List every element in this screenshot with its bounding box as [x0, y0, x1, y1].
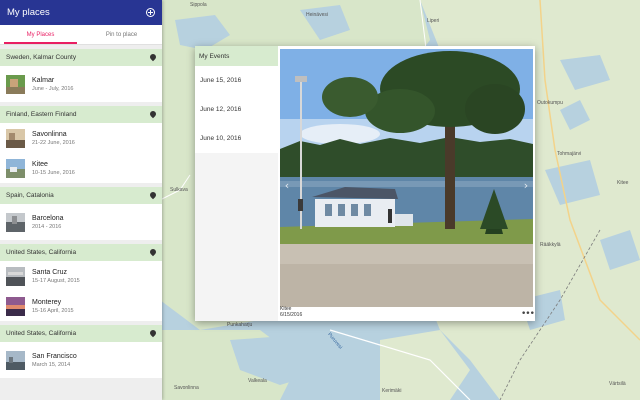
group-header[interactable]: Finland, Eastern Finland	[0, 106, 162, 123]
list-item[interactable]: Kitee 10-15 June, 2016	[0, 153, 162, 183]
map-label: Liperi	[427, 18, 440, 24]
place-thumbnail	[6, 74, 25, 94]
map-label: Tohmajärvi	[557, 151, 582, 157]
sidebar-header: My places	[0, 0, 162, 25]
map-label: Kitee	[617, 180, 629, 186]
group-name: Finland, Eastern Finland	[6, 111, 77, 118]
sidebar-title: My places	[7, 7, 50, 18]
place-thumbnail	[6, 296, 25, 316]
location-pin-icon[interactable]	[150, 54, 156, 62]
event-photo[interactable]: ‹ ›	[280, 49, 533, 307]
place-date: 15-16 April, 2015	[32, 307, 74, 314]
events-header: My Events	[195, 46, 278, 66]
group-header[interactable]: United States, California	[0, 244, 162, 261]
map-label: Valkeala	[248, 378, 267, 384]
place-date: 2014 - 2016	[32, 223, 62, 230]
map-label: Kerimäki	[382, 388, 402, 394]
place-name: San Francisco	[32, 352, 77, 360]
place-date: 10-15 June, 2016	[32, 169, 75, 176]
photo-caption: Kitee 6/15/2016	[280, 306, 302, 319]
map-label: Rääkkylä	[540, 242, 561, 248]
group-name: Spain, Catalonia	[6, 192, 54, 199]
group-header[interactable]: Spain, Catalonia	[0, 187, 162, 204]
map-label: Outokumpu	[537, 100, 563, 106]
list-item[interactable]: San Francisco March 15, 2014	[0, 342, 162, 378]
place-name: Santa Cruz	[32, 268, 68, 276]
map-label: Savonlinna	[174, 385, 199, 391]
list-item[interactable]: Barcelona 2014 - 2016	[0, 204, 162, 240]
place-date: 15-17 August, 2015	[32, 277, 80, 284]
place-date: March 15, 2014	[32, 361, 71, 368]
photo-date: 6/15/2016	[280, 312, 303, 318]
group-header[interactable]: United States, California	[0, 325, 162, 342]
place-thumbnail	[6, 212, 25, 232]
place-thumbnail	[6, 128, 25, 148]
events-panel: My Events June 15, 2016 June 12, 2016 Ju…	[195, 46, 278, 321]
event-item[interactable]: June 12, 2016	[195, 95, 278, 124]
place-name: Monterey	[32, 298, 62, 306]
place-date: June - July, 2016	[32, 85, 74, 92]
lake-photo	[280, 49, 533, 307]
group-header[interactable]: Sweden, Kalmar County	[0, 49, 162, 66]
events-popup: My Events June 15, 2016 June 12, 2016 Ju…	[195, 46, 535, 321]
group-name: United States, California	[6, 249, 77, 256]
add-circle-icon[interactable]	[146, 8, 155, 17]
location-pin-icon[interactable]	[150, 192, 156, 200]
location-pin-icon[interactable]	[150, 249, 156, 257]
map-label: Sulkava	[170, 187, 188, 193]
map-label: Sippola	[190, 2, 207, 8]
chevron-left-icon[interactable]: ‹	[282, 179, 292, 193]
sidebar: My places My Places Pin to place Sweden,…	[0, 0, 162, 400]
list-item[interactable]: Savonlinna 21-22 June, 2016	[0, 123, 162, 153]
list-item[interactable]: Kalmar June - July, 2016	[0, 66, 162, 102]
list-item[interactable]: Monterey 15-16 April, 2015	[0, 291, 162, 321]
location-pin-icon[interactable]	[150, 111, 156, 119]
event-item[interactable]: June 15, 2016	[195, 66, 278, 95]
sidebar-tabs: My Places Pin to place	[0, 25, 162, 45]
place-name: Kalmar	[32, 76, 55, 84]
location-pin-icon[interactable]	[150, 330, 156, 338]
group-name: Sweden, Kalmar County	[6, 54, 77, 61]
list-item[interactable]: Santa Cruz 15-17 August, 2015	[0, 261, 162, 291]
map-label: Heinävesi	[306, 12, 328, 18]
place-thumbnail	[6, 266, 25, 286]
place-thumbnail	[6, 350, 25, 370]
map-label: Värtsilä	[609, 381, 626, 387]
events-list: June 15, 2016 June 12, 2016 June 10, 201…	[195, 66, 278, 153]
place-thumbnail	[6, 158, 25, 178]
place-date: 21-22 June, 2016	[32, 139, 75, 146]
place-name: Savonlinna	[32, 130, 67, 138]
event-item[interactable]: June 10, 2016	[195, 124, 278, 153]
map-label: Punkaharju	[227, 322, 253, 328]
tab-my-places[interactable]: My Places	[0, 25, 81, 44]
more-horizontal-icon[interactable]: •••	[521, 309, 535, 319]
group-name: United States, California	[6, 330, 77, 337]
tab-pin-to-place[interactable]: Pin to place	[81, 25, 162, 44]
place-name: Barcelona	[32, 214, 64, 222]
chevron-right-icon[interactable]: ›	[521, 179, 531, 193]
place-name: Kitee	[32, 160, 48, 168]
